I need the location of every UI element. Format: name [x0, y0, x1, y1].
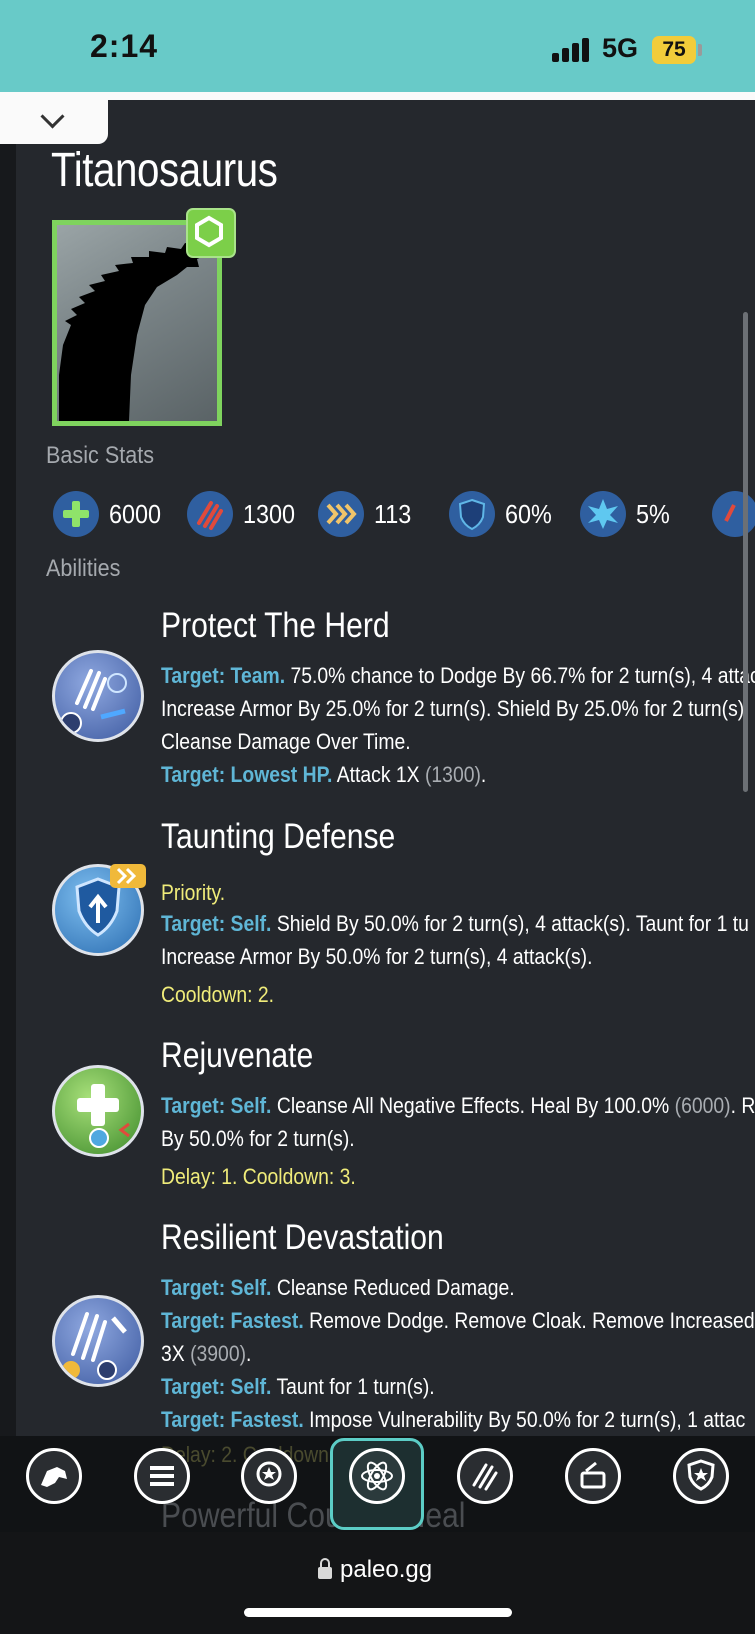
ability-effect-line: Target: Self. Cleanse Reduced Damage.: [161, 1275, 515, 1300]
nav-star-medal-icon[interactable]: [241, 1448, 297, 1504]
ability-effect-line: 3X (3900).: [161, 1341, 252, 1366]
lock-icon: [318, 1558, 332, 1579]
ability-rejuvenate-icon: [52, 1065, 144, 1157]
partial-stat-icon: [712, 491, 755, 537]
rarity-badge-icon: [186, 208, 236, 258]
speed-chevron-icon: [318, 491, 364, 537]
ability-name: Resilient Devastation: [161, 1218, 444, 1257]
stat-partial: [712, 490, 755, 538]
stat-speed: 113: [318, 490, 415, 538]
stat-value: 5%: [636, 498, 670, 529]
stat-value: 113: [374, 498, 412, 529]
health-plus-icon: [53, 491, 99, 537]
nav-list-icon[interactable]: [134, 1448, 190, 1504]
network-type: 5G: [602, 33, 639, 63]
ability-cooldown: Cooldown: 2.: [161, 982, 275, 1007]
nav-claw-marks-icon[interactable]: [457, 1448, 513, 1504]
ability-name: Rejuvenate: [161, 1036, 314, 1075]
ability-priority: Priority.: [161, 880, 226, 905]
signal-strength-icon: [552, 38, 590, 62]
claw-damage-icon: [187, 491, 233, 537]
ability-effect-line: Target: Team. 75.0% chance to Dodge By 6…: [161, 663, 755, 688]
nav-incubator-icon[interactable]: [565, 1448, 621, 1504]
url-field[interactable]: paleo.gg: [318, 1556, 432, 1584]
ability-effect-line: Target: Self. Taunt for 1 turn(s).: [161, 1374, 435, 1399]
priority-chevron-icon: [110, 864, 146, 888]
home-indicator[interactable]: [244, 1608, 512, 1617]
stat-health: 6000: [53, 490, 167, 538]
ability-effect-line: Cleanse Damage Over Time.: [161, 729, 411, 754]
sheet-top-edge: [0, 92, 755, 100]
ability-effect-line: Target: Self. Shield By 50.0% for 2 turn…: [161, 911, 749, 936]
nav-shield-star-icon[interactable]: [673, 1448, 729, 1504]
ability-effect-line: Increase Armor By 50.0% for 2 turn(s), 4…: [161, 944, 593, 969]
nav-atom-icon[interactable]: [349, 1448, 405, 1504]
page-edge: [0, 100, 16, 1436]
clock: 2:14: [90, 28, 159, 64]
ability-resilient-devastation-icon: [52, 1295, 144, 1387]
ability-effect-line: By 50.0% for 2 turn(s).: [161, 1126, 355, 1151]
page-title: Titanosaurus: [51, 144, 278, 197]
stat-value: 6000: [109, 498, 162, 529]
stat-value: 1300: [243, 498, 296, 529]
stat-armor: 60%: [449, 490, 557, 538]
ability-effect-line: Target: Self. Cleanse All Negative Effec…: [161, 1093, 755, 1118]
stat-value: 60%: [505, 498, 552, 529]
chevron-down-icon: [40, 104, 65, 129]
ability-effect-line: Target: Fastest. Remove Dodge. Remove Cl…: [161, 1308, 755, 1333]
ability-cooldown: Delay: 1. Cooldown: 3.: [161, 1164, 356, 1189]
critical-burst-icon: [580, 491, 626, 537]
battery-icon: 75: [652, 36, 696, 64]
ability-protect-herd-icon: [52, 650, 144, 742]
url-text: paleo.gg: [340, 1556, 433, 1583]
status-bar: 2:14 5G 75: [0, 0, 755, 92]
ability-effect-line: Target: Fastest. Impose Vulnerability By…: [161, 1407, 746, 1432]
battery-tip: [698, 44, 702, 56]
armor-shield-icon: [449, 491, 495, 537]
ability-effect-line: Target: Lowest HP. Attack 1X (1300).: [161, 762, 487, 787]
ability-name: Taunting Defense: [161, 817, 396, 856]
scrollbar[interactable]: [743, 312, 748, 792]
ability-name: Protect The Herd: [161, 606, 390, 645]
abilities-label: Abilities: [46, 555, 121, 582]
stat-damage: 1300: [187, 490, 301, 538]
stat-crit: 5%: [580, 490, 674, 538]
nav-jurassic-logo-icon[interactable]: [26, 1448, 82, 1504]
ability-effect-line: Increase Armor By 25.0% for 2 turn(s). S…: [161, 696, 755, 721]
collapse-button[interactable]: [0, 100, 108, 144]
basic-stats-label: Basic Stats: [46, 442, 155, 469]
